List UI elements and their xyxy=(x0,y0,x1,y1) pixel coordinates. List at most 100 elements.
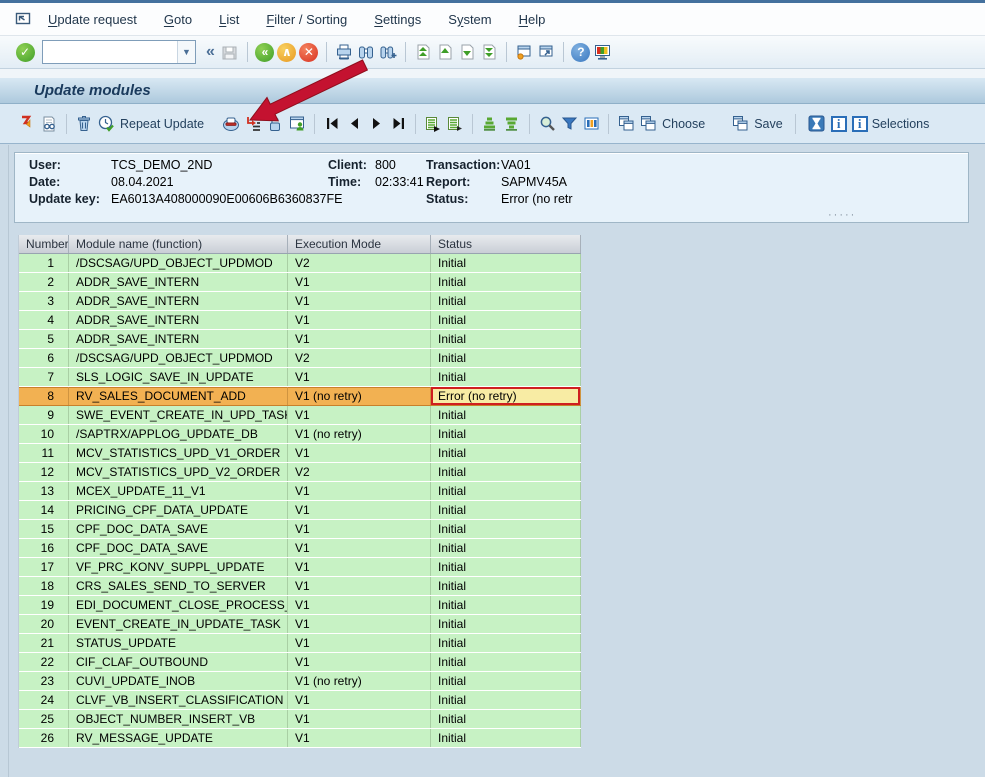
status-label: Status: xyxy=(426,192,468,206)
table-row[interactable]: 12MCV_STATISTICS_UPD_V2_ORDERV2Initial xyxy=(19,463,581,482)
find-button[interactable] xyxy=(355,41,377,63)
user-label: User: xyxy=(29,158,61,172)
column-header-status[interactable]: Status xyxy=(431,235,581,253)
table-row[interactable]: 10/SAPTRX/APPLOG_UPDATE_DBV1 (no retry)I… xyxy=(19,425,581,444)
last-record-button[interactable] xyxy=(387,113,409,135)
filter-button[interactable] xyxy=(558,113,580,135)
column-header-module-name-function-[interactable]: Module name (function) xyxy=(69,235,288,253)
back-button[interactable]: « xyxy=(254,41,276,63)
display-record-button[interactable] xyxy=(38,113,60,135)
command-dropdown-button[interactable]: ▼ xyxy=(177,41,195,63)
screen-menu-icon[interactable] xyxy=(12,8,34,30)
menu-system[interactable]: System xyxy=(448,12,491,27)
table-row[interactable]: 18CRS_SALES_SEND_TO_SERVERV1Initial xyxy=(19,577,581,596)
table-row[interactable]: 11MCV_STATISTICS_UPD_V1_ORDERV1Initial xyxy=(19,444,581,463)
table-row[interactable]: 4ADDR_SAVE_INTERNV1Initial xyxy=(19,311,581,330)
table-row[interactable]: 7SLS_LOGIC_SAVE_IN_UPDATEV1Initial xyxy=(19,368,581,387)
menu-filter-sorting[interactable]: Filter / Sorting xyxy=(266,12,347,27)
goto-module-button[interactable] xyxy=(242,113,264,135)
collapse-field-button[interactable]: « xyxy=(206,43,215,61)
table-row[interactable]: 9SWE_EVENT_CREATE_IN_UPD_TASKV1Initial xyxy=(19,406,581,425)
menu-update-request[interactable]: Update request xyxy=(48,12,137,27)
column-header-number[interactable]: Number xyxy=(19,235,69,253)
table-row[interactable]: 22CIF_CLAF_OUTBOUNDV1Initial xyxy=(19,653,581,672)
unlock-button[interactable] xyxy=(264,113,286,135)
table-row[interactable]: 8RV_SALES_DOCUMENT_ADDV1 (no retry)Error… xyxy=(19,387,581,406)
table-row[interactable]: 6/DSCSAG/UPD_OBJECT_UPDMODV2Initial xyxy=(19,349,581,368)
table-row[interactable]: 23CUVI_UPDATE_INOBV1 (no retry)Initial xyxy=(19,672,581,691)
cell-mode: V1 (no retry) xyxy=(288,672,431,690)
continue-button[interactable]: ✓ xyxy=(14,41,36,63)
list-export-icon xyxy=(424,115,442,133)
table-row[interactable]: 24CLVF_VB_INSERT_CLASSIFICATIONV1Initial xyxy=(19,691,581,710)
new-session-button[interactable] xyxy=(513,41,535,63)
repeat-update-button[interactable]: Repeat Update xyxy=(97,114,204,133)
system-toolbar: ✓ ▼ « « ∧ ✕ xyxy=(0,36,985,69)
exit-button[interactable]: ∧ xyxy=(276,41,298,63)
cell-mod: MCV_STATISTICS_UPD_V1_ORDER xyxy=(69,444,288,462)
cell-status: Initial xyxy=(431,292,581,310)
choose-label: Choose xyxy=(662,117,705,131)
set-columns-button[interactable] xyxy=(580,113,602,135)
last-page-button[interactable] xyxy=(478,41,500,63)
save-selections-button[interactable]: Save xyxy=(731,114,783,133)
cancel-button[interactable]: ✕ xyxy=(298,41,320,63)
sort-descending-button[interactable] xyxy=(501,113,523,135)
cell-mode: V1 xyxy=(288,596,431,614)
selections-button[interactable]: i Selections xyxy=(852,116,930,132)
table-row[interactable]: 14PRICING_CPF_DATA_UPDATEV1Initial xyxy=(19,501,581,520)
table-row[interactable]: 2ADDR_SAVE_INTERNV1Initial xyxy=(19,273,581,292)
table-row[interactable]: 20EVENT_CREATE_IN_UPDATE_TASKV1Initial xyxy=(19,615,581,634)
cell-status: Initial xyxy=(431,615,581,633)
table-row[interactable]: 5ADDR_SAVE_INTERNV1Initial xyxy=(19,330,581,349)
session-user-button[interactable] xyxy=(286,113,308,135)
table-row[interactable]: 15CPF_DOC_DATA_SAVEV1Initial xyxy=(19,520,581,539)
transaction-value: VA01 xyxy=(501,158,531,172)
first-page-button[interactable] xyxy=(412,41,434,63)
menu-list[interactable]: List xyxy=(219,12,239,27)
cell-num: 16 xyxy=(19,539,69,557)
binoculars-icon xyxy=(357,43,375,61)
cell-status: Initial xyxy=(431,634,581,652)
table-row[interactable]: 16CPF_DOC_DATA_SAVEV1Initial xyxy=(19,539,581,558)
table-row[interactable]: 19EDI_DOCUMENT_CLOSE_PROCESS_...V1Initia… xyxy=(19,596,581,615)
menu-goto[interactable]: Goto xyxy=(164,12,192,27)
update-records-button[interactable] xyxy=(16,113,38,135)
table-row[interactable]: 21STATUS_UPDATEV1Initial xyxy=(19,634,581,653)
next-page-button[interactable] xyxy=(456,41,478,63)
table-row[interactable]: 13MCEX_UPDATE_11_V1V1Initial xyxy=(19,482,581,501)
table-row[interactable]: 17VF_PRC_KONV_SUPPL_UPDATEV1Initial xyxy=(19,558,581,577)
last-record-icon xyxy=(391,116,406,131)
update-time-button[interactable] xyxy=(806,113,828,135)
command-field[interactable] xyxy=(43,43,177,61)
print-button[interactable] xyxy=(333,41,355,63)
print-list-button[interactable] xyxy=(444,113,466,135)
create-shortcut-button[interactable] xyxy=(535,41,557,63)
next-record-button[interactable] xyxy=(365,113,387,135)
info-button[interactable]: i xyxy=(828,113,850,135)
table-row[interactable]: 25OBJECT_NUMBER_INSERT_VBV1Initial xyxy=(19,710,581,729)
display-list-button[interactable] xyxy=(422,113,444,135)
first-record-button[interactable] xyxy=(321,113,343,135)
cell-mod: CLVF_VB_INSERT_CLASSIFICATION xyxy=(69,691,288,709)
find-next-button[interactable] xyxy=(377,41,399,63)
table-row[interactable]: 26RV_MESSAGE_UPDATEV1Initial xyxy=(19,729,581,748)
previous-record-button[interactable] xyxy=(343,113,365,135)
sort-ascending-button[interactable] xyxy=(479,113,501,135)
sort-ascending-icon xyxy=(482,115,499,132)
delete-button[interactable] xyxy=(73,113,95,135)
choose-detail-button[interactable] xyxy=(615,113,637,135)
previous-page-button[interactable] xyxy=(434,41,456,63)
table-row[interactable]: 1/DSCSAG/UPD_OBJECT_UPDMODV2Initial xyxy=(19,254,581,273)
menu-help[interactable]: Help xyxy=(519,12,546,27)
print-record-button[interactable] xyxy=(220,113,242,135)
choose-button[interactable]: Choose xyxy=(639,114,705,133)
customize-layout-button[interactable] xyxy=(592,41,614,63)
cell-mod: SWE_EVENT_CREATE_IN_UPD_TASK xyxy=(69,406,288,424)
column-header-execution-mode[interactable]: Execution Mode xyxy=(288,235,431,253)
table-row[interactable]: 3ADDR_SAVE_INTERNV1Initial xyxy=(19,292,581,311)
menu-settings[interactable]: Settings xyxy=(374,12,421,27)
search-button[interactable] xyxy=(536,113,558,135)
help-button[interactable]: ? xyxy=(570,41,592,63)
splitter-handle[interactable]: ····· xyxy=(828,209,856,221)
